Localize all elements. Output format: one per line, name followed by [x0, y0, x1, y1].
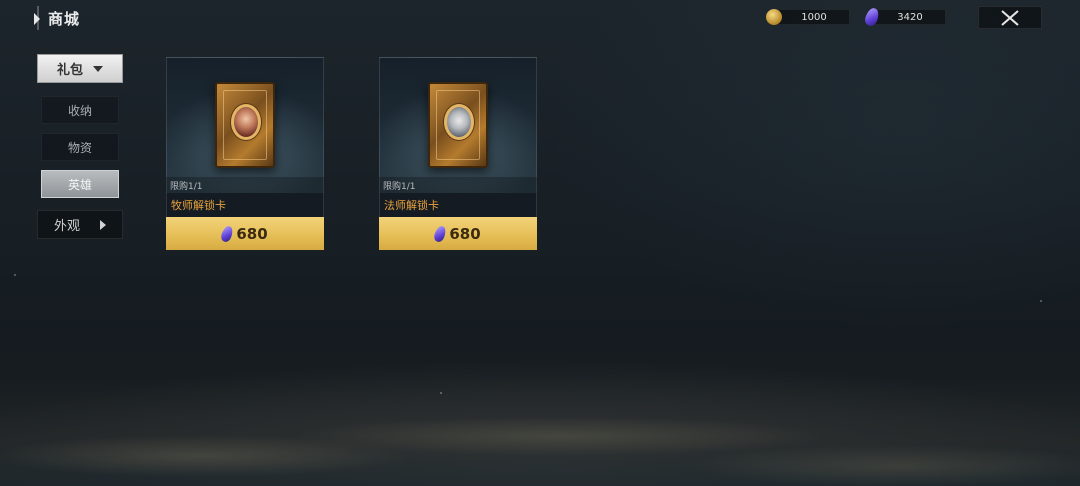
- sidebar-item-storage[interactable]: 收纳: [41, 96, 119, 124]
- purple-gem-icon: [219, 224, 235, 243]
- appearance-label: 外观: [53, 219, 80, 234]
- close-icon: [1001, 9, 1019, 26]
- sidebar-item-supplies[interactable]: 物资: [41, 133, 119, 161]
- purchase-limit: 限购1/1: [166, 177, 324, 193]
- buy-button[interactable]: 680: [166, 217, 324, 250]
- priest-portrait-icon: [231, 104, 261, 140]
- mage-portrait-icon: [444, 104, 474, 140]
- page-title: 商城: [48, 10, 81, 28]
- sidebar-item-heroes[interactable]: 英雄: [41, 170, 119, 198]
- page-header: 商城: [34, 8, 80, 29]
- price-value: 680: [449, 224, 481, 243]
- gold-amount: 1000: [778, 9, 850, 25]
- gem-amount: 3420: [874, 9, 946, 25]
- gold-coin-icon: [766, 9, 782, 25]
- back-arrow-icon[interactable]: [34, 12, 40, 25]
- hero-card-icon: [428, 82, 488, 168]
- product-art: [166, 57, 324, 193]
- dropdown-label: 礼包: [56, 63, 83, 78]
- hero-card-icon: [215, 82, 275, 168]
- price-value: 680: [236, 224, 268, 243]
- product-art: [379, 57, 537, 193]
- purchase-limit: 限购1/1: [379, 177, 537, 193]
- product-card-mage-unlock[interactable]: 限购1/1 法师解锁卡 680: [379, 57, 537, 250]
- appearance-category[interactable]: 外观: [37, 210, 123, 239]
- sidebar-item-label: 英雄: [67, 177, 92, 192]
- product-name: 牧师解锁卡: [166, 193, 324, 217]
- purple-gem-icon: [432, 224, 448, 243]
- gold-currency: 1000: [766, 9, 850, 25]
- chevron-down-icon: [93, 65, 103, 72]
- close-button[interactable]: [978, 6, 1042, 29]
- background-particle: [1040, 300, 1042, 302]
- product-card-priest-unlock[interactable]: 限购1/1 牧师解锁卡 680: [166, 57, 324, 250]
- background-sand-wave: [0, 376, 1080, 486]
- background-particle: [14, 274, 16, 276]
- chevron-right-icon: [100, 219, 106, 230]
- sidebar-item-label: 收纳: [67, 103, 92, 118]
- buy-button[interactable]: 680: [379, 217, 537, 250]
- gem-currency: 3420: [863, 6, 946, 28]
- category-dropdown[interactable]: 礼包: [37, 54, 123, 83]
- sidebar-item-label: 物资: [67, 140, 92, 155]
- product-name: 法师解锁卡: [379, 193, 537, 217]
- background-particle: [440, 392, 442, 394]
